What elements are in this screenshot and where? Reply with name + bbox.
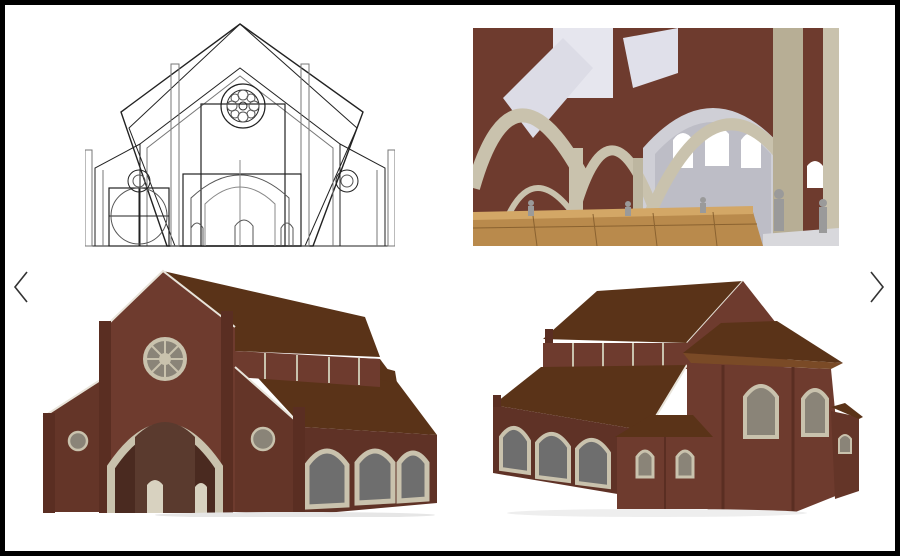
exterior-front-render-image (35, 267, 443, 517)
chevron-left-icon (13, 271, 28, 303)
interior-render-image (473, 28, 839, 246)
chevron-right-icon (870, 271, 885, 303)
next-arrow-button[interactable] (865, 267, 889, 307)
exterior-rear-render-image (487, 277, 867, 521)
gallery-frame (5, 5, 895, 551)
prev-arrow-button[interactable] (9, 267, 33, 307)
elevation-drawing-image (85, 20, 395, 250)
